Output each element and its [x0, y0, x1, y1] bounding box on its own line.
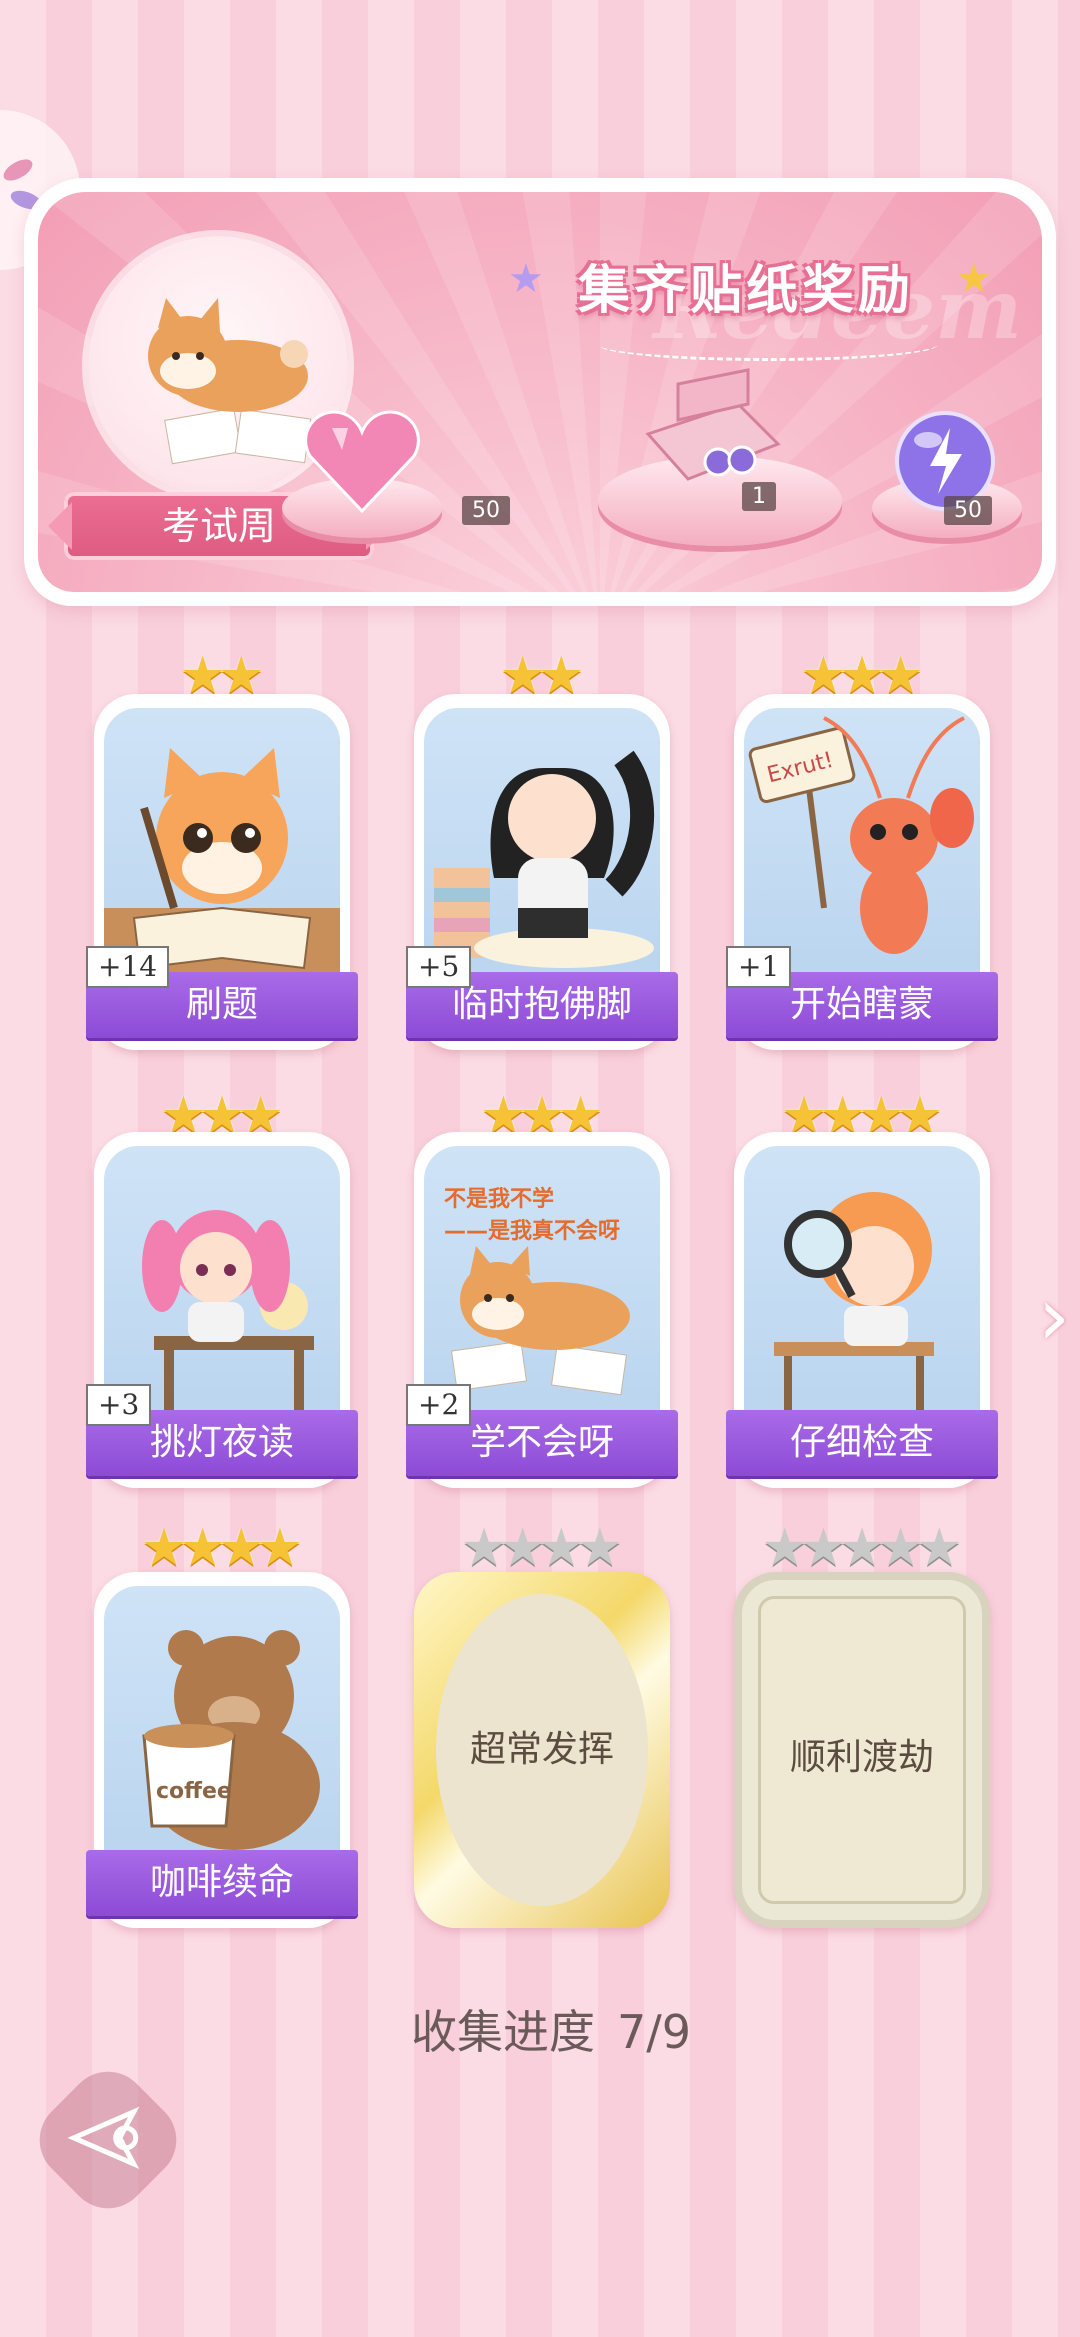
locked-sticker-card[interactable]: 顺利渡劫 — [734, 1572, 990, 1928]
sticker-count: +1 — [726, 946, 792, 988]
sticker-count: +14 — [86, 946, 170, 988]
sticker-count: +3 — [86, 1384, 152, 1426]
cup-text: coffee — [156, 1779, 232, 1804]
bear-coffee-icon: coffee — [142, 1630, 320, 1850]
sticker-card[interactable]: +3 挑灯夜读 — [86, 1132, 358, 1488]
girl-magnifier-icon — [774, 1192, 934, 1416]
star-rating: ★ ★ ★ ★ ★ — [734, 1522, 990, 1574]
collection-progress: 收集进度 7/9 — [0, 1996, 1080, 2062]
reward-qty: 1 — [742, 482, 776, 511]
sticker-caption-line1: 不是我不学 — [444, 1186, 554, 1212]
progress-value: 7/9 — [616, 2005, 692, 2059]
reward-qty: 50 — [944, 496, 992, 525]
sticker-card[interactable]: coffee 咖啡续命 — [86, 1572, 358, 1928]
sticker-card[interactable]: Exrut! +1 开始瞎蒙 — [726, 694, 998, 1050]
reward-qty: 50 — [462, 496, 510, 525]
star-rating: ★ ★ ★ ★ — [94, 1522, 350, 1574]
star-icon: ★ — [508, 256, 544, 302]
banner-divider — [598, 328, 938, 361]
sticker-card[interactable]: 不是我不学 ——是我真不会呀 +2 学不会呀 — [406, 1132, 678, 1488]
sticker-label: 仔细检查 — [726, 1410, 998, 1476]
sticker-label: 超常发挥 — [469, 1729, 614, 1770]
sticker-count: +5 — [406, 946, 472, 988]
reward-banner: Redeem ★ ★ 集齐贴纸奖励 考试周 50 1 50 — [24, 178, 1056, 606]
star-rating: ★ ★ ★ ★ — [414, 1522, 670, 1574]
sticker-label: 咖啡续命 — [86, 1850, 358, 1916]
star-icon: ★ — [915, 1518, 963, 1578]
star-icon: ★ — [956, 256, 992, 302]
back-button[interactable] — [23, 2055, 193, 2225]
sticker-count: +2 — [406, 1384, 472, 1426]
progress-label: 收集进度 — [410, 2005, 595, 2059]
back-arrow-icon — [67, 2106, 140, 2170]
star-icon: ★ — [576, 1518, 624, 1578]
sticker-card[interactable]: +14 刷题 — [86, 694, 358, 1050]
sticker-label: 顺利渡劫 — [789, 1737, 934, 1778]
sticker-card[interactable]: +5 临时抱佛脚 — [406, 694, 678, 1050]
chevron-right-icon[interactable]: › — [1038, 1270, 1070, 1363]
banner-title: 集齐贴纸奖励 — [578, 261, 915, 321]
star-icon: ★ — [256, 1518, 304, 1578]
sticker-card[interactable]: 仔细检查 — [726, 1132, 998, 1488]
heart-gem-icon[interactable] — [302, 406, 422, 516]
locked-sticker-card[interactable]: 超常发挥 — [414, 1572, 670, 1928]
sticker-caption-line2: ——是我真不会呀 — [444, 1218, 620, 1244]
